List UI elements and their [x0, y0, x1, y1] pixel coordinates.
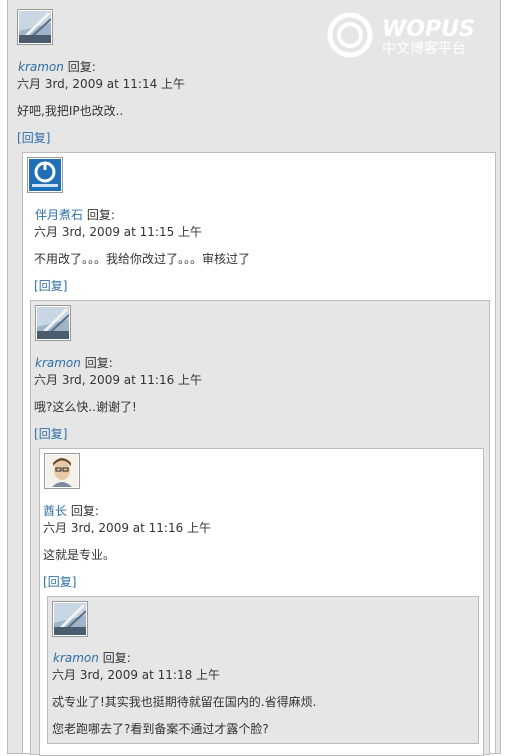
- comment-author-link[interactable]: kramon: [53, 651, 99, 665]
- says-label: 回复:: [70, 504, 99, 518]
- comment-text: 哦?这么快..谢谢了!: [34, 400, 137, 414]
- comment-kramon-2: kramon 回复: 六月 3rd, 2009 at 11:16 上午 哦?这么…: [30, 300, 490, 756]
- avatar[interactable]: [27, 157, 63, 193]
- comment-date[interactable]: 六月 3rd, 2009 at 11:15 上午: [34, 225, 202, 240]
- comment-text: 不用改了。。。我给你改过了。。。审核过了: [34, 252, 251, 266]
- user-avatar-icon: [37, 307, 69, 339]
- comment-date[interactable]: 六月 3rd, 2009 at 11:14 上午: [17, 77, 185, 92]
- says-label: 回复:: [84, 356, 113, 370]
- comment-kramon-1: kramon 回复: 六月 3rd, 2009 at 11:14 上午 好吧,我…: [7, 0, 501, 756]
- comment-banyue: 伴月煮石 回复: 六月 3rd, 2009 at 11:15 上午 不用改了。。…: [22, 152, 496, 756]
- comment-text: 忒专业了!其实我也挺期待就留在国内的.省得麻烦.: [52, 695, 317, 709]
- comment-qiuzhang: 酋长 回复: 六月 3rd, 2009 at 11:16 上午 这就是专业。 […: [39, 448, 484, 756]
- brand-name: WOPUS: [382, 17, 475, 42]
- reply-link-wrapper[interactable]: [回复]: [34, 279, 67, 294]
- avatar[interactable]: [52, 601, 88, 637]
- comment-author-link[interactable]: kramon: [35, 356, 81, 370]
- gravatar-icon: [29, 159, 61, 191]
- avatar[interactable]: [44, 453, 80, 489]
- comment-author-link[interactable]: 伴月煮石: [35, 208, 83, 222]
- comment-kramon-3: kramon 回复: 六月 3rd, 2009 at 11:18 上午 忒专业了…: [47, 596, 479, 744]
- comment-text-2: 您老跑哪去了?看到备案不通过才露个脸?: [52, 722, 269, 736]
- reply-link[interactable]: 回复: [48, 575, 72, 589]
- avatar[interactable]: [35, 305, 71, 341]
- reply-link-wrapper[interactable]: [回复]: [17, 131, 50, 146]
- reply-link-wrapper[interactable]: [回复]: [43, 575, 76, 590]
- comment-date[interactable]: 六月 3rd, 2009 at 11:16 上午: [43, 521, 211, 536]
- reply-link[interactable]: 回复: [22, 131, 46, 145]
- comment-date[interactable]: 六月 3rd, 2009 at 11:16 上午: [34, 373, 202, 388]
- user-avatar-icon: [54, 603, 86, 635]
- comment-date[interactable]: 六月 3rd, 2009 at 11:18 上午: [52, 668, 220, 683]
- says-label: 回复:: [86, 208, 115, 222]
- reply-link[interactable]: 回复: [39, 279, 63, 293]
- says-label: 回复:: [67, 60, 96, 74]
- brand-subtitle: 中文博客平台: [382, 40, 466, 57]
- comment-author-link[interactable]: 酋长: [43, 504, 67, 518]
- avatar[interactable]: [17, 9, 53, 45]
- reply-link[interactable]: 回复: [39, 427, 63, 441]
- reply-link-wrapper[interactable]: [回复]: [34, 427, 67, 442]
- wopus-logo: WOPUS 中文博客平台: [327, 12, 475, 58]
- says-label: 回复:: [102, 651, 131, 665]
- comment-author-link[interactable]: kramon: [18, 60, 64, 74]
- comment-text: 这就是专业。: [43, 548, 116, 562]
- comment-text: 好吧,我把IP也改改..: [17, 104, 124, 118]
- user-avatar-icon: [19, 11, 51, 43]
- user-avatar-icon: [46, 455, 78, 487]
